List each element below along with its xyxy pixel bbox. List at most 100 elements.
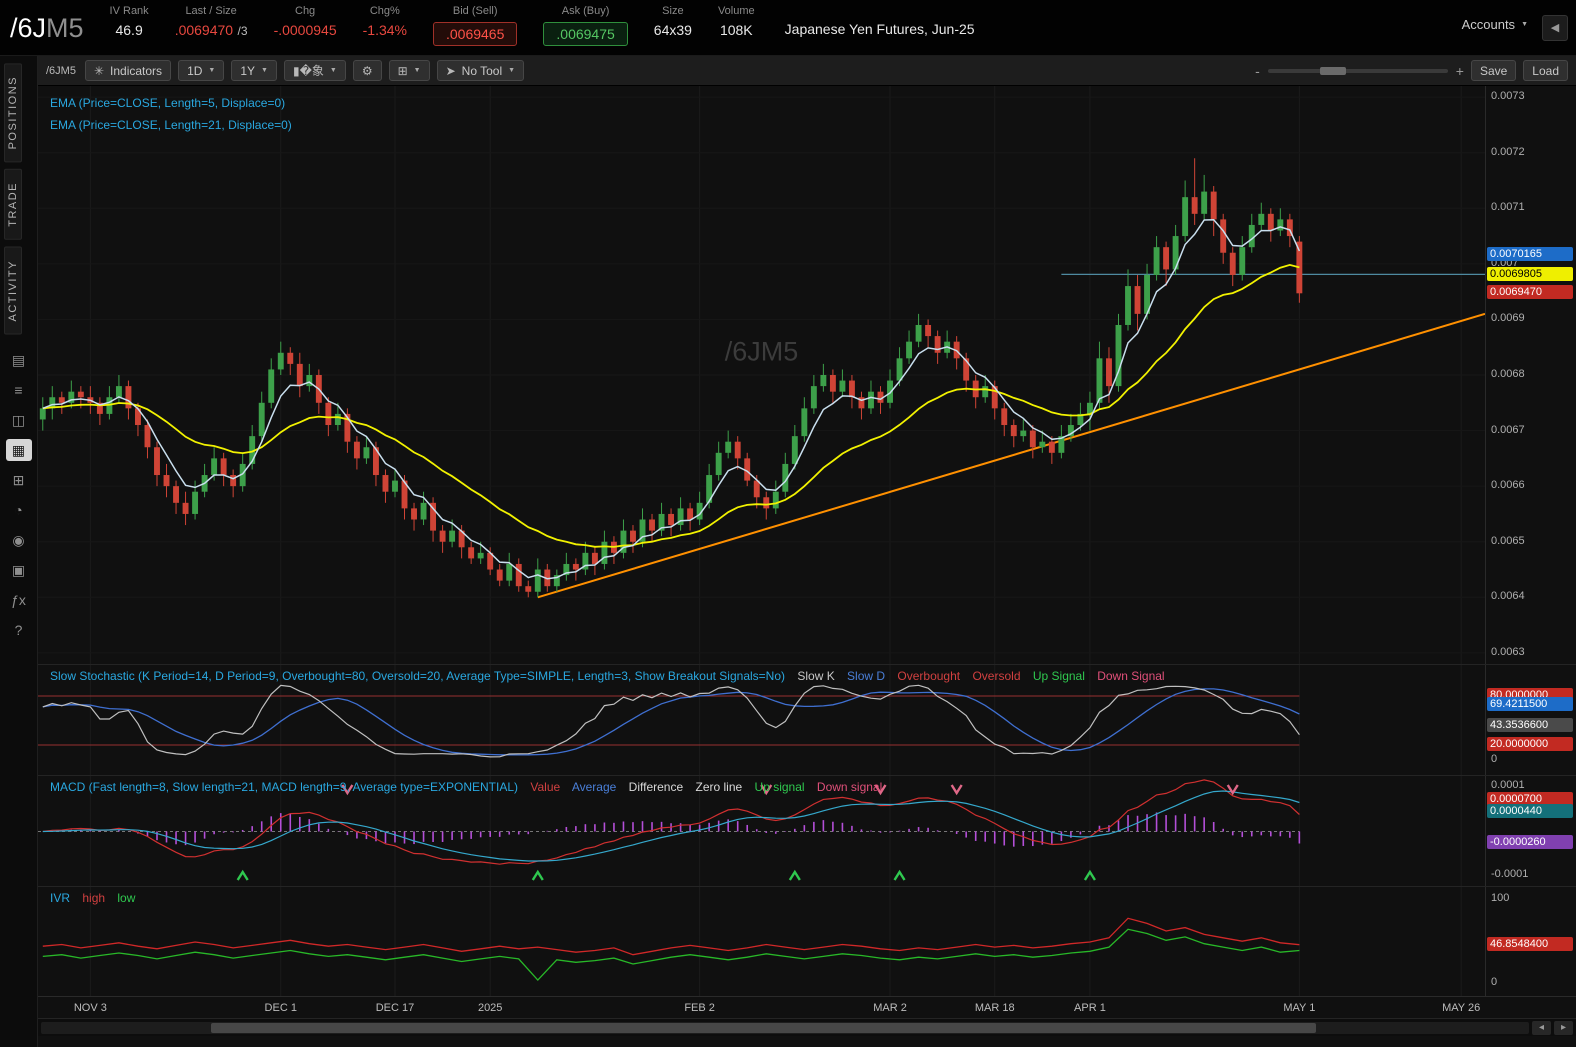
macd-plot: MACD (Fast length=8, Slow length=21, MAC… [38,776,1485,887]
chevron-down-icon: ▼ [508,67,516,74]
chart-style-icon: ▮�象 [292,64,324,78]
size-label: Size [662,5,684,17]
time-axis-label: DEC 17 [375,1002,415,1014]
chevron-down-icon: ▼ [413,67,421,74]
scrollbar-track[interactable] [41,1021,1529,1034]
load-button[interactable]: Load [1523,60,1568,81]
zoom-out-button[interactable]: - [1255,63,1260,79]
ema21-label: EMA (Price=CLOSE, Length=21, Displace=0) [50,118,292,132]
save-button[interactable]: Save [1470,60,1517,81]
iv-rank-field: IV Rank 46.9 [110,5,149,40]
volume-label: Volume [717,5,755,17]
chart-icon[interactable]: ▦ [5,438,32,461]
indicators-label: Indicators [110,63,163,78]
chg-label: Chg [295,5,316,17]
symbol-watermark: /6JM5 [724,336,799,367]
sidebar-tab-trade[interactable]: TRADE [4,169,22,241]
last-size-value: /3 [237,24,248,38]
header: /6JM5 IV Rank 46.9 Last / Size .0069470 … [0,0,1576,56]
watchlist-icon[interactable]: ≡ [6,379,32,401]
ask-label: Ask (Buy) [561,5,610,17]
legend-zero-line: Zero line [695,780,743,794]
ask-field: Ask (Buy) .0069475 [543,5,628,46]
sidebar-tab-activity[interactable]: ACTIVITY [4,247,22,335]
scrollbar-thumb[interactable] [211,1022,1316,1033]
toolbar-symbol-label: /6JM5 [46,64,76,77]
aggregation-value: 1D [187,63,203,78]
iv-rank-value: 46.9 [115,22,143,38]
collapse-panel-button[interactable]: ◀ [1542,15,1568,41]
price-bubble: 0.0069805 [1487,266,1573,281]
legend-slow-k: Slow K [797,669,835,683]
drawing-tool-dropdown[interactable]: ➤ No Tool ▼ [436,60,525,81]
legend-average: Average [571,780,617,794]
accounts-label: Accounts [1461,17,1516,32]
scroll-left-button[interactable]: ◂ [1532,1020,1551,1035]
price-chart-area[interactable] [38,86,1485,664]
cursor-icon: ➤ [445,63,456,78]
range-dropdown[interactable]: 1Y ▼ [231,60,277,81]
stochastic-plot: Slow Stochastic (K Period=14, D Period=9… [38,665,1485,776]
stochastic-panel: Slow Stochastic (K Period=14, D Period=9… [38,664,1576,776]
legend-value: Value [530,780,561,794]
ask-button[interactable]: .0069475 [543,22,628,46]
grid-icon: ⊞ [397,63,408,78]
trendline [537,312,1485,599]
aggregation-dropdown[interactable]: 1D ▼ [178,60,225,81]
time-axis-label: MAR 18 [974,1002,1015,1014]
iv-rank-label: IV Rank [109,5,149,17]
contract-description: Japanese Yen Futures, Jun-25 [784,21,975,37]
flexible-grid-icon[interactable]: ◫ [6,409,32,431]
candles [39,158,1303,598]
range-value: 1Y [240,63,256,78]
quote-monitor-icon[interactable]: ▤ [6,349,32,371]
ivr-panel: IVR high low 100 46.8548400 0 [38,886,1576,997]
zoom-slider[interactable] [1267,66,1448,75]
bid-button[interactable]: .0069465 [432,22,518,46]
size-field: Size 64x39 [654,5,692,40]
axis-tick: 0.0001 [1491,779,1525,792]
ema-legend: EMA (Price=CLOSE, Length=5, Displace=0) … [50,92,292,136]
legend-up-signal: Up Signal [1032,669,1085,683]
axis-price-bubble: 69.4211500 [1487,696,1573,711]
help-icon[interactable]: ? [6,619,32,641]
time-axis-label: MAY 26 [1442,1002,1481,1014]
clock-icon[interactable]: ◔ [6,499,32,521]
price-tick: 0.0068 [1491,368,1525,380]
chart-style-dropdown[interactable]: ▮�象 ▼ [283,60,346,81]
price-tick: 0.0063 [1491,645,1525,658]
legend-difference: Difference [628,780,684,794]
publish-icon[interactable]: ▣ [6,559,32,581]
macd-legend: MACD (Fast length=8, Slow length=21, MAC… [50,780,891,794]
sidebar-tab-positions[interactable]: POSITIONS [4,63,22,163]
ivr-high-line [42,917,1300,956]
macd-panel: MACD (Fast length=8, Slow length=21, MAC… [38,775,1576,887]
symbol-title: /6JM5 [10,13,84,44]
axis-price-bubble: 46.8548400 [1487,936,1573,951]
legend-high: high [82,891,106,905]
chart-settings-button[interactable]: ⚙ [352,60,382,81]
zoom-slider-thumb[interactable] [1319,66,1346,75]
chg-pct-label: Chg% [369,5,400,17]
fx-icon[interactable]: ƒx [6,589,32,611]
indicators-button[interactable]: ✳ Indicators [84,60,172,81]
legend-overbought: Overbought [897,669,961,683]
left-sidebar: POSITIONS TRADE ACTIVITY ▤ ≡ ◫ ▦ ⊞ ◔ ◉ ▣ ƒx? [0,56,38,1047]
ivr-low-line [42,928,1300,982]
bid-label: Bid (Sell) [452,5,498,17]
last-label: Last / Size [185,5,237,17]
ivr-chart-area[interactable] [38,887,1485,997]
last-value: .0069470 [174,22,234,38]
ivr-axis: 100 46.8548400 0 [1485,887,1576,996]
grid-icon[interactable]: ⊞ [6,469,32,491]
accounts-menu[interactable]: Accounts ▼ [1462,17,1528,32]
people-icon[interactable]: ◉ [6,529,32,551]
scroll-right-button[interactable]: ▸ [1554,1020,1573,1035]
price-tick: 0.0067 [1491,423,1525,436]
macd-axis: 0.0001 0.0000700 0.0000440 -0.0000260 -0.000… [1485,776,1576,886]
bid-field: Bid (Sell) .0069465 [432,5,518,46]
price-tick: 0.0072 [1491,145,1525,158]
zoom-in-button[interactable]: + [1456,63,1464,79]
axis-tick: 100 [1491,891,1510,904]
grid-layout-dropdown[interactable]: ⊞ ▼ [388,60,430,81]
